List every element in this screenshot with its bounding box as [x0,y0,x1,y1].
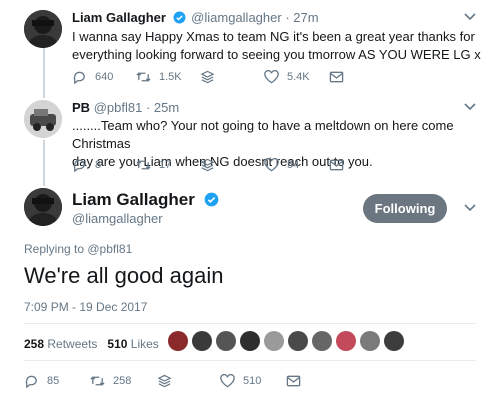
stack-icon [157,374,172,388]
retweet-icon [136,72,151,82]
retweet-button[interactable]: 1.5K [136,69,182,85]
likes-count: 510 [107,337,128,351]
retweet-icon [136,160,151,170]
tweet-actions: 640 1.5K 5.4K [72,69,352,85]
separator-dot: · [285,10,290,25]
message-icon [329,71,344,83]
liker-avatar[interactable] [384,331,404,351]
retweet-icon [90,376,105,386]
tweet-text: I wanna say Happy Xmas to team NG it's b… [72,28,481,64]
reply-icon [73,159,85,172]
tweet-actions: 85 258 510 [24,373,324,389]
retweet-button[interactable]: 258 [90,373,131,389]
reply-icon [73,71,85,84]
tweet-time[interactable]: 25m [154,100,179,115]
like-button[interactable]: 510 [220,373,261,389]
message-icon [286,375,301,387]
author-name[interactable]: Liam Gallagher [72,10,166,25]
liker-avatar[interactable] [216,331,236,351]
reply-count: 85 [47,375,60,387]
tweet-actions: 8 17 54 [72,157,352,173]
liker-avatar[interactable] [336,331,356,351]
stack-icon [200,70,215,84]
main-author-header: Liam Gallagher [72,190,221,210]
avatar[interactable] [24,188,62,226]
stack-button[interactable] [157,373,180,389]
author-name[interactable]: Liam Gallagher [72,190,195,209]
like-count: 510 [243,375,262,387]
tweet-text-line: ........Team who? Your not going to have… [72,118,454,151]
author-name[interactable]: PB [72,100,90,115]
like-count: 54 [287,159,300,171]
liker-avatar[interactable] [360,331,380,351]
liker-avatar[interactable] [168,331,188,351]
message-button[interactable] [286,373,309,389]
divider [24,323,476,324]
verified-icon [173,11,186,24]
tweet-header: Liam Gallagher @liamgallagher · 27m [72,10,319,25]
retweets-label: Retweets [47,337,98,351]
thread-line [43,140,45,186]
author-handle[interactable]: @liamgallagher [72,211,163,226]
tweet-text-line: everything looking forward to seeing you… [72,47,481,62]
chevron-down-icon[interactable] [464,204,476,212]
liker-avatars [168,331,408,351]
liker-avatar[interactable] [264,331,284,351]
thread-line [43,48,45,98]
tweet-time[interactable]: 27m [293,10,318,25]
separator-dot: · [145,100,151,115]
like-count: 5.4K [287,71,310,83]
reply-button[interactable]: 85 [24,373,59,389]
liker-avatar[interactable] [288,331,308,351]
message-icon [329,159,344,171]
avatar[interactable] [24,10,62,48]
reply-count: 640 [95,71,114,83]
author-handle[interactable]: @pbfl81 [94,100,143,115]
tweet-text-line: I wanna say Happy Xmas to team NG it's b… [72,29,475,44]
retweet-button[interactable]: 17 [136,157,171,173]
avatar[interactable] [24,100,62,138]
likes-label: Likes [130,337,159,351]
divider [24,360,476,361]
main-tweet-text: We're all good again [24,263,224,288]
following-button[interactable]: Following [363,194,447,223]
message-button[interactable] [329,157,352,173]
engagement-stats: 258 Retweets 510 Likes [24,337,159,351]
reply-count: 8 [95,159,102,171]
message-button[interactable] [329,69,352,85]
chevron-down-icon[interactable] [464,103,476,111]
reply-button[interactable]: 8 [72,157,101,173]
tweet-header: PB @pbfl81 · 25m [72,100,179,115]
author-handle[interactable]: @liamgallagher [191,10,282,25]
verified-icon [204,192,218,207]
likes-stat[interactable]: 510 Likes [107,337,158,351]
heart-icon [220,374,235,388]
stack-button[interactable] [200,69,223,85]
heart-icon [264,70,279,84]
like-button[interactable]: 5.4K [264,69,310,85]
reply-icon [25,375,37,388]
retweet-count: 17 [159,159,172,171]
liker-avatar[interactable] [240,331,260,351]
heart-icon [264,158,279,172]
retweets-count: 258 [24,337,45,351]
liker-avatar[interactable] [312,331,332,351]
reply-button[interactable]: 640 [72,69,113,85]
liker-avatar[interactable] [192,331,212,351]
chevron-down-icon[interactable] [464,13,476,21]
stack-icon [200,158,215,172]
retweet-count: 258 [113,375,132,387]
tweet-timestamp[interactable]: 7:09 PM - 19 Dec 2017 [24,300,147,314]
retweet-count: 1.5K [159,71,182,83]
replying-to[interactable]: Replying to @pbfl81 [24,242,132,256]
stack-button[interactable] [200,157,223,173]
retweets-stat[interactable]: 258 Retweets [24,337,97,351]
like-button[interactable]: 54 [264,157,299,173]
